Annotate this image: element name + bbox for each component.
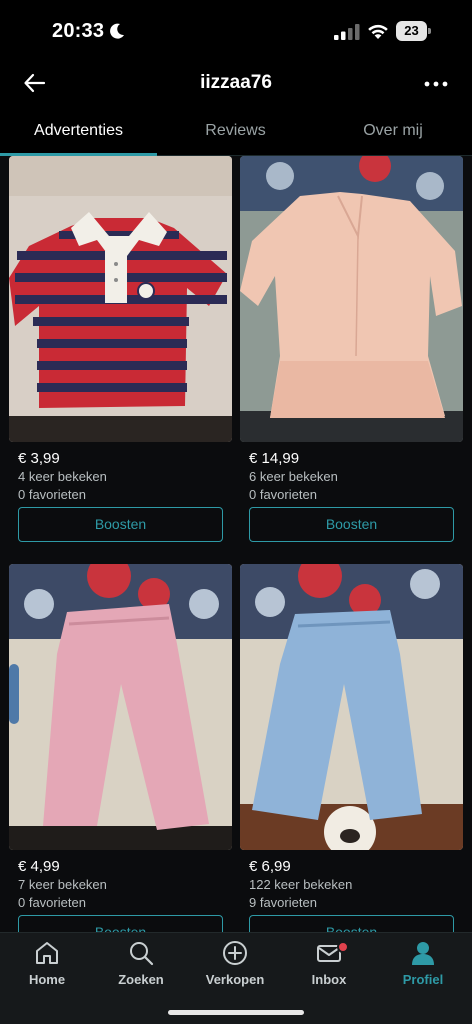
listing-price: € 14,99 [249,450,300,467]
search-icon [130,942,154,966]
tab-reviews[interactable]: Reviews [157,122,314,140]
home-icon [36,942,58,964]
nav-profile[interactable]: Profiel [376,939,470,987]
top-bar: iizzaa76 [0,62,472,106]
tab-over-mij[interactable]: Over mij [314,122,472,140]
listing-photo-pink-trousers[interactable] [9,564,232,850]
nav-label-profile: Profiel [402,972,444,987]
profile-icon [412,942,434,965]
nav-home[interactable]: Home [0,939,94,987]
boost-button[interactable]: Boosten [18,507,223,542]
nav-sell[interactable]: Verkopen [188,939,282,987]
nav-search[interactable]: Zoeken [94,939,188,987]
nav-label-sell: Verkopen [205,972,265,987]
boost-button[interactable]: Boosten [249,915,454,932]
listing-views: 122 keer bekeken [249,877,353,892]
battery-tip [428,28,431,34]
listing-price: € 3,99 [18,450,60,467]
listing-photo-blue-trousers[interactable] [240,564,463,850]
profile-tabs: Advertenties Reviews Over mij [0,110,472,156]
nav-label-search: Zoeken [118,972,164,987]
more-options-icon[interactable] [422,71,450,97]
listing-favorites: 9 favorieten [249,895,317,910]
listing-photo-striped-top[interactable] [9,156,232,442]
battery-level: 23 [396,21,427,41]
wifi-icon [368,24,388,39]
tab-advertenties[interactable]: Advertenties [0,122,157,140]
nav-label-home: Home [28,972,66,987]
listing-views: 4 keer bekeken [18,469,107,484]
home-indicator[interactable] [168,1010,304,1015]
listing-price: € 6,99 [249,858,291,875]
listings-grid: € 3,99 4 keer bekeken 0 favorieten Boost… [0,156,472,932]
listing-favorites: 0 favorieten [18,895,86,910]
listing-views: 6 keer bekeken [249,469,338,484]
nav-inbox[interactable]: Inbox [282,939,376,987]
listing-views: 7 keer bekeken [18,877,107,892]
boost-button[interactable]: Boosten [249,507,454,542]
moon-icon [110,23,124,39]
boost-button[interactable]: Boosten [18,915,223,932]
page-title: iizzaa76 [200,72,272,93]
listing-price: € 4,99 [18,858,60,875]
signal-icon [334,24,360,40]
status-time: 20:33 [52,20,105,42]
battery-indicator: 23 [396,21,432,41]
plus-circle-icon [223,941,247,965]
listing-favorites: 0 favorieten [249,487,317,502]
unread-badge [337,941,349,953]
status-bar: 20:33 23 [0,0,472,62]
listing-photo-peach-dress[interactable] [240,156,463,442]
nav-label-inbox: Inbox [311,972,347,987]
listing-favorites: 0 favorieten [18,487,86,502]
